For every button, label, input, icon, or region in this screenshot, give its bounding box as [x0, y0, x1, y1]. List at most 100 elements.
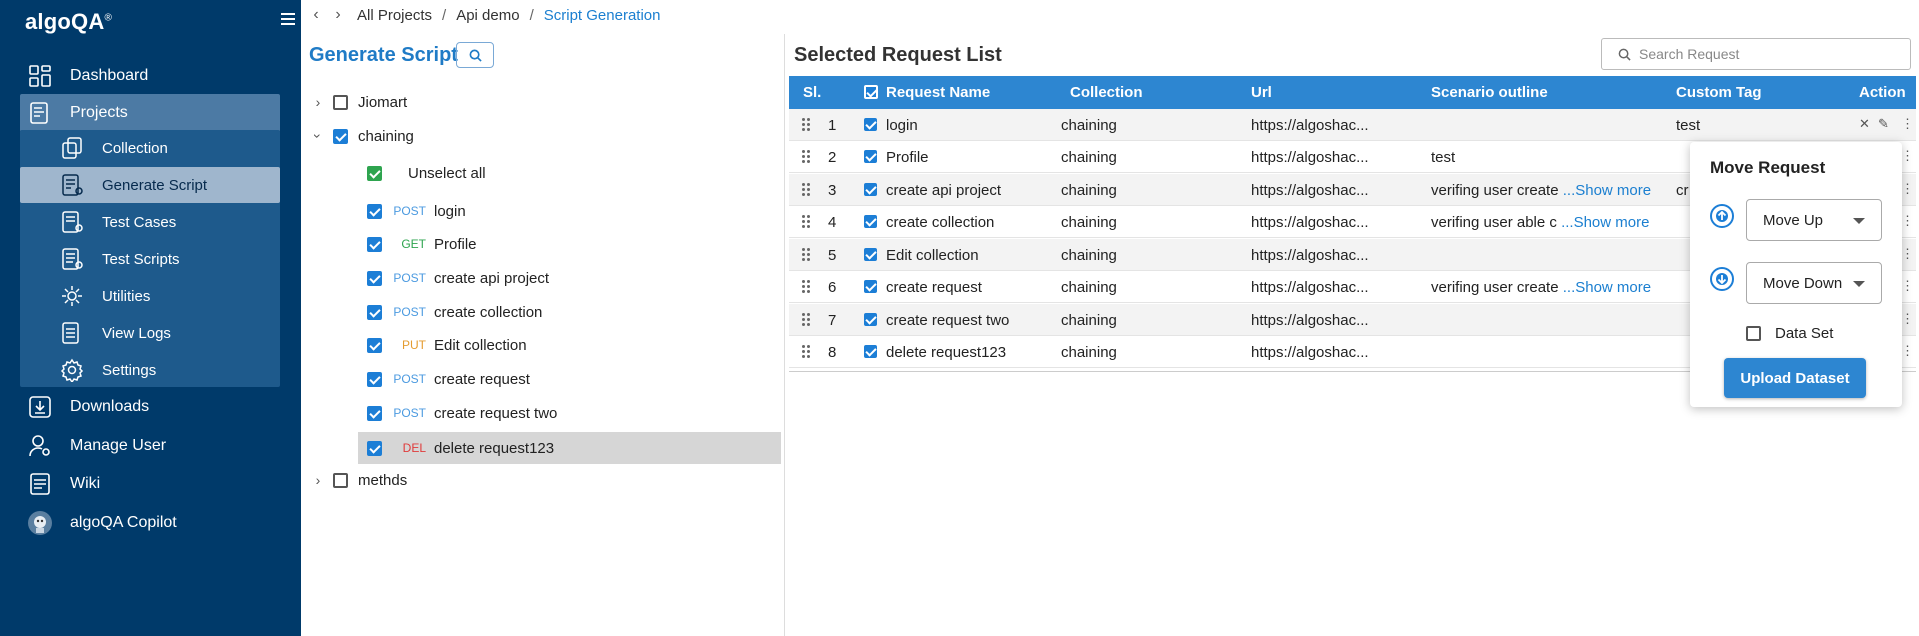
- row-checkbox[interactable]: [864, 183, 877, 196]
- breadcrumb-script-generation: Script Generation: [543, 6, 661, 24]
- sidebar-item-utilities[interactable]: Utilities: [20, 278, 280, 314]
- request-checkbox[interactable]: [367, 203, 382, 219]
- breadcrumb-api-demo[interactable]: Api demo: [456, 7, 519, 24]
- scenario-text: verifing user create: [1431, 182, 1563, 199]
- more-options-icon[interactable]: ⋮: [1901, 311, 1914, 327]
- tree-request-item[interactable]: POST create collection: [367, 297, 717, 327]
- request-checkbox[interactable]: [367, 440, 382, 456]
- folder-checkbox[interactable]: [333, 128, 348, 144]
- more-options-icon[interactable]: ⋮: [1901, 213, 1914, 229]
- dataset-toggle[interactable]: Data Set: [1746, 325, 1833, 342]
- dataset-checkbox[interactable]: [1746, 326, 1761, 341]
- move-down-select[interactable]: Move Down: [1746, 262, 1882, 304]
- show-more-link[interactable]: ...Show more: [1563, 182, 1651, 199]
- sidebar-item-manage-user[interactable]: Manage User: [20, 427, 280, 465]
- folder-checkbox[interactable]: [333, 472, 348, 488]
- close-icon[interactable]: ✕: [1859, 116, 1870, 132]
- drag-handle-icon[interactable]: [802, 345, 810, 359]
- drag-handle-icon[interactable]: [802, 313, 810, 327]
- tree-request-item[interactable]: POST create api project: [367, 263, 717, 293]
- drag-handle-icon[interactable]: [802, 215, 810, 229]
- tree-request-item[interactable]: GET Profile: [367, 229, 717, 259]
- show-more-link[interactable]: ...Show more: [1561, 214, 1649, 231]
- tree-search-button[interactable]: [456, 42, 494, 68]
- unselect-all-checkbox[interactable]: [367, 165, 382, 181]
- sidebar-item-settings[interactable]: Settings: [20, 352, 280, 388]
- tree-folder-chaining[interactable]: › chaining: [310, 121, 414, 151]
- tree-request-item[interactable]: PUT Edit collection: [367, 330, 717, 360]
- breadcrumb-separator: /: [442, 6, 447, 24]
- column-header[interactable]: Scenario outline: [1431, 84, 1548, 101]
- move-up-select[interactable]: Move Up: [1746, 199, 1882, 241]
- more-options-icon[interactable]: ⋮: [1901, 148, 1914, 164]
- download-icon: [28, 395, 52, 419]
- row-checkbox[interactable]: [864, 118, 877, 131]
- back-arrow-icon[interactable]: ‹: [309, 6, 323, 24]
- cell-collection: chaining: [1061, 182, 1117, 199]
- arrow-up-circle-icon[interactable]: [1710, 204, 1734, 228]
- request-checkbox[interactable]: [367, 405, 382, 421]
- select-all-checkbox[interactable]: [864, 85, 878, 99]
- edit-icon[interactable]: ✎: [1878, 116, 1889, 132]
- search-request-input[interactable]: Search Request: [1601, 38, 1911, 70]
- row-checkbox[interactable]: [864, 215, 877, 228]
- drag-handle-icon[interactable]: [802, 183, 810, 197]
- app-logo[interactable]: algoQA®: [25, 9, 112, 35]
- table-row[interactable]: 1 login chaining https://algoshac... tes…: [789, 109, 1916, 141]
- sidebar-item-projects[interactable]: Projects: [20, 94, 280, 132]
- drag-handle-icon[interactable]: [802, 248, 810, 262]
- row-checkbox[interactable]: [864, 345, 877, 358]
- request-checkbox[interactable]: [367, 337, 382, 353]
- collapse-icon[interactable]: ›: [310, 129, 326, 143]
- more-options-icon[interactable]: ⋮: [1901, 343, 1914, 359]
- arrow-down-circle-icon[interactable]: [1710, 267, 1734, 291]
- more-options-icon[interactable]: ⋮: [1901, 116, 1914, 132]
- tree-request-item[interactable]: POST create request two: [367, 398, 717, 428]
- sidebar-item-copilot[interactable]: algoQA Copilot: [20, 504, 280, 542]
- tree-request-item[interactable]: POST login: [367, 196, 717, 226]
- row-checkbox[interactable]: [864, 313, 877, 326]
- unselect-all-row[interactable]: Unselect all: [367, 158, 486, 188]
- sidebar-item-downloads[interactable]: Downloads: [20, 388, 280, 426]
- sidebar-item-label: Projects: [70, 104, 128, 121]
- row-checkbox[interactable]: [864, 150, 877, 163]
- sidebar-item-test-scripts[interactable]: Test Scripts: [20, 241, 280, 277]
- expand-icon[interactable]: ›: [311, 472, 325, 488]
- column-header[interactable]: Url: [1251, 84, 1272, 101]
- sidebar-item-collection[interactable]: Collection: [20, 130, 280, 166]
- drag-handle-icon[interactable]: [802, 280, 810, 294]
- row-checkbox[interactable]: [864, 248, 877, 261]
- drag-handle-icon[interactable]: [802, 118, 810, 132]
- request-checkbox[interactable]: [367, 270, 382, 286]
- sidebar-item-label: Downloads: [70, 398, 150, 415]
- utilities-icon: [60, 284, 84, 308]
- drag-handle-icon[interactable]: [802, 150, 810, 164]
- show-more-link[interactable]: ...Show more: [1563, 279, 1651, 296]
- request-checkbox[interactable]: [367, 304, 382, 320]
- request-checkbox[interactable]: [367, 371, 382, 387]
- more-options-icon[interactable]: ⋮: [1901, 278, 1914, 294]
- tree-request-item-selected[interactable]: DEL delete request123: [358, 432, 781, 464]
- request-tree-panel: Generate Script › Jiomart › chaining Uns…: [301, 34, 785, 636]
- more-options-icon[interactable]: ⋮: [1901, 181, 1914, 197]
- breadcrumb-all-projects[interactable]: All Projects: [357, 7, 432, 24]
- menu-toggle-icon[interactable]: [281, 13, 295, 25]
- tree-request-item[interactable]: POST create request: [367, 364, 717, 394]
- sidebar-item-test-cases[interactable]: Test Cases: [20, 204, 280, 240]
- column-header[interactable]: Custom Tag: [1676, 84, 1762, 101]
- tree-folder-jiomart[interactable]: › Jiomart: [311, 87, 408, 117]
- row-checkbox[interactable]: [864, 280, 877, 293]
- column-header[interactable]: Collection: [1070, 84, 1143, 101]
- folder-checkbox[interactable]: [333, 94, 348, 110]
- sidebar-item-generate-script[interactable]: Generate Script: [20, 167, 280, 203]
- sidebar-item-dashboard[interactable]: Dashboard: [20, 57, 280, 95]
- sidebar-item-wiki[interactable]: Wiki: [20, 465, 280, 503]
- sidebar-item-view-logs[interactable]: View Logs: [20, 315, 280, 351]
- more-options-icon[interactable]: ⋮: [1901, 246, 1914, 262]
- expand-icon[interactable]: ›: [311, 94, 325, 110]
- tree-folder-methds[interactable]: › methds: [311, 465, 408, 495]
- upload-dataset-button[interactable]: Upload Dataset: [1724, 358, 1866, 398]
- forward-arrow-icon[interactable]: ›: [331, 6, 345, 24]
- column-header[interactable]: Request Name: [886, 84, 990, 101]
- request-checkbox[interactable]: [367, 236, 382, 252]
